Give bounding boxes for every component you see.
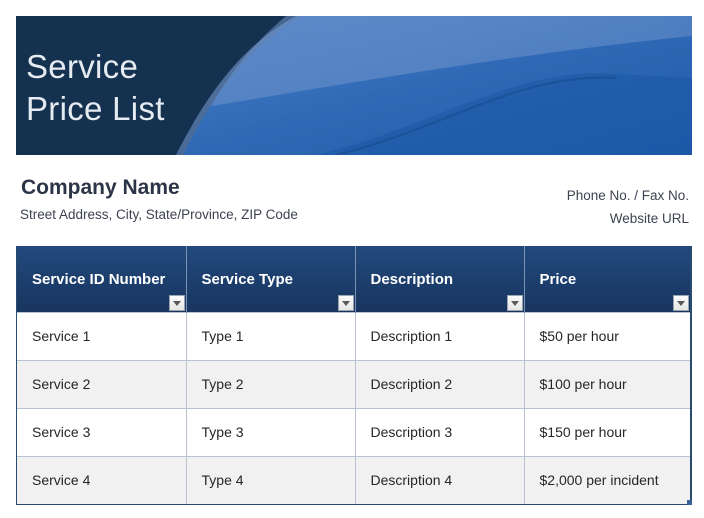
column-header-label: Service ID Number [32, 271, 166, 288]
phone-fax[interactable]: Phone No. / Fax No. [567, 184, 689, 207]
cell-service-type[interactable]: Type 2 [186, 359, 356, 408]
cell-description[interactable]: Description 1 [355, 311, 525, 360]
dropdown-arrow-icon [341, 300, 350, 306]
column-header-description[interactable]: Description [355, 246, 525, 312]
cell-service-type[interactable]: Type 3 [186, 407, 356, 456]
column-header-label: Service Type [201, 271, 293, 288]
column-header-label: Price [539, 271, 577, 288]
table-row: Service 2 Type 2 Description 2 $100 per … [17, 359, 690, 408]
dropdown-arrow-icon [677, 300, 685, 306]
contact-info: Phone No. / Fax No. Website URL [567, 184, 689, 230]
table-resize-handle[interactable] [687, 500, 692, 505]
column-header-label: Description [370, 271, 454, 288]
price-table: Service ID Number Service Type Descripti… [17, 246, 690, 504]
cell-service-id[interactable]: Service 4 [17, 455, 187, 504]
cell-description[interactable]: Description 3 [355, 407, 525, 456]
column-header-service-id[interactable]: Service ID Number [17, 246, 187, 312]
cell-service-type[interactable]: Type 4 [186, 455, 356, 504]
cell-price[interactable]: $2,000 per incident [524, 455, 690, 504]
website-url[interactable]: Website URL [567, 207, 689, 230]
column-header-price[interactable]: Price [524, 246, 690, 312]
cell-description[interactable]: Description 2 [355, 359, 525, 408]
filter-dropdown-button[interactable] [673, 294, 689, 311]
header-banner: Service Price List [16, 16, 692, 155]
table-row: Service 1 Type 1 Description 1 $50 per h… [17, 311, 690, 360]
cell-service-id[interactable]: Service 1 [17, 311, 187, 360]
title-line-1: Service [26, 48, 139, 85]
cell-price[interactable]: $150 per hour [524, 407, 690, 456]
filter-dropdown-button[interactable] [506, 294, 523, 311]
company-name[interactable]: Company Name [21, 176, 180, 200]
cell-price[interactable]: $100 per hour [524, 359, 690, 408]
filter-dropdown-button[interactable] [337, 294, 354, 311]
filter-dropdown-button[interactable] [168, 294, 185, 311]
cell-price[interactable]: $50 per hour [524, 311, 690, 360]
cell-description[interactable]: Description 4 [355, 455, 525, 504]
column-header-service-type[interactable]: Service Type [186, 246, 356, 312]
company-address[interactable]: Street Address, City, State/Province, ZI… [20, 207, 298, 222]
table-row: Service 4 Type 4 Description 4 $2,000 pe… [17, 455, 690, 504]
table-header-row: Service ID Number Service Type Descripti… [17, 246, 690, 312]
cell-service-id[interactable]: Service 2 [17, 359, 187, 408]
dropdown-arrow-icon [172, 300, 181, 306]
table-row: Service 3 Type 3 Description 3 $150 per … [17, 407, 690, 456]
page-title: Service Price List [26, 46, 165, 130]
cell-service-id[interactable]: Service 3 [17, 407, 187, 456]
dropdown-arrow-icon [510, 300, 519, 306]
cell-service-type[interactable]: Type 1 [186, 311, 356, 360]
service-price-table: Service ID Number Service Type Descripti… [16, 246, 692, 505]
title-line-2: Price List [26, 90, 165, 127]
